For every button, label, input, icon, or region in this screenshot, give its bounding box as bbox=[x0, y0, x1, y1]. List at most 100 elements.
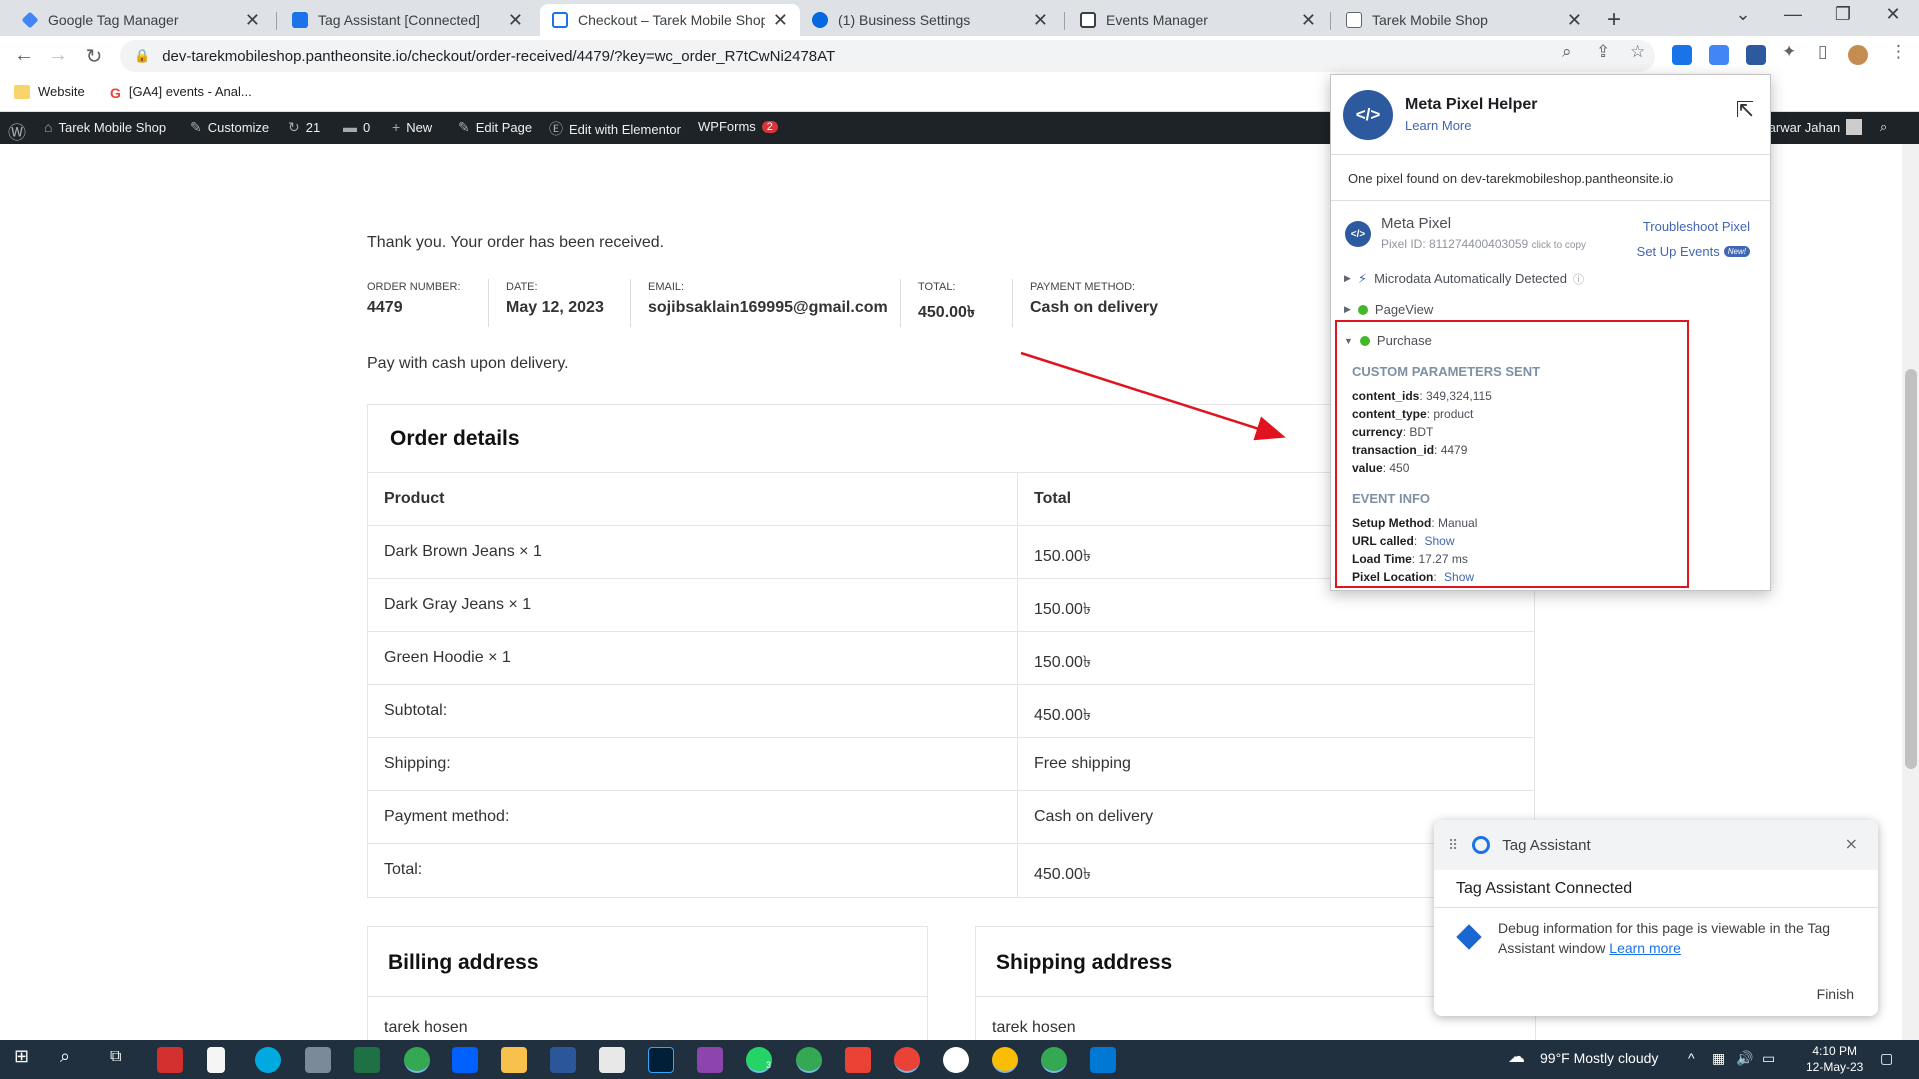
learn-more-link[interactable]: Learn More bbox=[1405, 118, 1538, 133]
notification-icon[interactable]: ▢ bbox=[1880, 1050, 1893, 1067]
file-icon[interactable] bbox=[207, 1047, 225, 1073]
zoom-icon[interactable]: ⌕ bbox=[1562, 42, 1572, 62]
tray-chevron-icon[interactable]: ^ bbox=[1688, 1050, 1695, 1066]
wp-user-account[interactable]: Sarwar Jahan bbox=[1760, 119, 1863, 135]
brush-icon: ✎ bbox=[190, 119, 202, 135]
product-link[interactable]: Dark Brown Jeans × 1 bbox=[368, 526, 1018, 578]
file-explorer-icon[interactable] bbox=[501, 1047, 527, 1073]
close-tab-icon[interactable]: ✕ bbox=[1567, 10, 1582, 31]
expand-triangle-icon: ▶ bbox=[1344, 273, 1351, 283]
finish-button[interactable]: Finish bbox=[1817, 986, 1854, 1002]
capcut-icon[interactable] bbox=[599, 1047, 625, 1073]
share-icon[interactable]: ⇪ bbox=[1596, 42, 1610, 62]
gtm-icon bbox=[21, 11, 39, 29]
dropbox-icon[interactable] bbox=[452, 1047, 478, 1073]
search-icon[interactable]: ⌕ bbox=[60, 1046, 70, 1067]
forward-arrow-icon[interactable]: → bbox=[46, 44, 70, 67]
profile-avatar[interactable] bbox=[1848, 45, 1868, 65]
chrome-icon[interactable] bbox=[992, 1047, 1018, 1073]
tab-events-manager[interactable]: Events Manager ✕ bbox=[1068, 4, 1328, 36]
network-icon[interactable]: ▭ bbox=[1762, 1050, 1775, 1067]
close-tab-icon[interactable]: ✕ bbox=[773, 10, 788, 31]
close-tab-icon[interactable]: ✕ bbox=[245, 10, 260, 31]
reload-icon[interactable]: ↻ bbox=[82, 44, 106, 69]
volume-icon[interactable]: 🔊 bbox=[1736, 1050, 1753, 1067]
wordpress-logo-icon[interactable]: Ⓦ bbox=[8, 119, 32, 145]
tab-tag-assistant[interactable]: Tag Assistant [Connected] ✕ bbox=[280, 4, 535, 36]
extensions-puzzle-icon[interactable]: ✦ bbox=[1782, 42, 1796, 62]
comment-icon: ▬ bbox=[343, 119, 357, 135]
bookmark-website[interactable]: Website bbox=[14, 84, 85, 99]
close-tab-icon[interactable]: ✕ bbox=[508, 10, 523, 31]
drag-handle-icon[interactable]: ⠿ bbox=[1448, 837, 1458, 854]
close-window-icon[interactable]: ✕ bbox=[1870, 4, 1916, 25]
wp-edit-page[interactable]: ✎ Edit Page bbox=[458, 119, 532, 136]
obs-icon[interactable] bbox=[943, 1047, 969, 1073]
tray-icon[interactable]: ▦ bbox=[1712, 1050, 1725, 1067]
bookmark-ga4-events[interactable]: G [GA4] events - Anal... bbox=[110, 84, 252, 101]
wp-wpforms[interactable]: WPForms 2 bbox=[698, 119, 778, 134]
extension-tag-assistant-icon[interactable] bbox=[1709, 45, 1729, 65]
troubleshoot-pixel-link[interactable]: Troubleshoot Pixel bbox=[1643, 219, 1750, 234]
lock-icon: 🔒 bbox=[134, 48, 151, 63]
media-player-icon[interactable] bbox=[1090, 1047, 1116, 1073]
pixel-icon: </> bbox=[1345, 221, 1371, 247]
wp-edit-elementor[interactable]: Ⓔ Edit with Elementor bbox=[549, 119, 681, 139]
word-icon[interactable] bbox=[550, 1047, 576, 1073]
chrome-icon[interactable] bbox=[796, 1047, 822, 1073]
open-external-icon[interactable]: ⇱ bbox=[1736, 97, 1754, 123]
minimize-icon[interactable]: — bbox=[1770, 4, 1816, 25]
task-view-icon[interactable]: ⧉ bbox=[110, 1048, 121, 1066]
close-tab-icon[interactable]: ✕ bbox=[1301, 10, 1316, 31]
meta-pixel-helper-extension-icon[interactable] bbox=[1746, 45, 1766, 65]
scrollbar-thumb[interactable] bbox=[1905, 369, 1917, 769]
anydesk-icon[interactable] bbox=[845, 1047, 871, 1073]
calculator-icon[interactable] bbox=[305, 1047, 331, 1073]
wp-search-icon[interactable]: ⌕ bbox=[1880, 119, 1887, 135]
meta-pixel-helper-popup: </> Meta Pixel Helper Learn More ⇱ One p… bbox=[1330, 74, 1771, 591]
extension-translate-icon[interactable] bbox=[1672, 45, 1692, 65]
tab-search-chevron-icon[interactable]: ⌄ bbox=[1720, 4, 1766, 25]
tag-assistant-learn-more-link[interactable]: Learn more bbox=[1609, 940, 1681, 956]
back-arrow-icon[interactable]: ← bbox=[12, 44, 36, 67]
new-tab-button[interactable]: + bbox=[1600, 6, 1628, 34]
table-row: Shipping: Free shipping bbox=[368, 738, 1534, 791]
chrome-icon[interactable] bbox=[1041, 1047, 1067, 1073]
app-icon[interactable] bbox=[157, 1047, 183, 1073]
tab-separator bbox=[1330, 12, 1331, 30]
wp-updates[interactable]: ↻ 21 bbox=[288, 119, 320, 136]
event-microdata[interactable]: ▶ ⚡ Microdata Automatically Detected ⓘ bbox=[1331, 263, 1770, 294]
app-icon[interactable] bbox=[697, 1047, 723, 1073]
wp-site-name[interactable]: ⌂ Tarek Mobile Shop bbox=[44, 119, 166, 135]
tab-checkout[interactable]: Checkout – Tarek Mobile Shop ✕ bbox=[540, 4, 800, 36]
wp-comments[interactable]: ▬ 0 bbox=[343, 119, 370, 135]
restore-icon[interactable]: ❐ bbox=[1820, 4, 1866, 25]
tab-google-tag-manager[interactable]: Google Tag Manager ✕ bbox=[10, 4, 272, 36]
weather-text[interactable]: 99°F Mostly cloudy bbox=[1540, 1050, 1658, 1066]
product-link[interactable]: Dark Gray Jeans × 1 bbox=[368, 579, 1018, 631]
tag-assistant-status: Tag Assistant Connected bbox=[1434, 870, 1878, 908]
address-bar[interactable]: 🔒 dev-tarekmobileshop.pantheonsite.io/ch… bbox=[120, 40, 1655, 72]
product-link[interactable]: Green Hoodie × 1 bbox=[368, 632, 1018, 684]
browser-tab-strip: Google Tag Manager ✕ Tag Assistant [Conn… bbox=[0, 0, 1919, 36]
tab-tarek-mobile-shop[interactable]: Tarek Mobile Shop ✕ bbox=[1334, 4, 1594, 36]
skype-icon[interactable] bbox=[255, 1047, 281, 1073]
close-tab-icon[interactable]: ✕ bbox=[1033, 10, 1048, 31]
chrome-icon[interactable] bbox=[894, 1047, 920, 1073]
set-up-events-link[interactable]: Set Up Events New! bbox=[1637, 244, 1750, 259]
chrome-menu-icon[interactable]: ⋮ bbox=[1890, 42, 1907, 62]
weather-icon[interactable]: ☁ bbox=[1508, 1047, 1525, 1067]
tab-business-settings[interactable]: (1) Business Settings ✕ bbox=[800, 4, 1060, 36]
side-panel-icon[interactable]: ▯ bbox=[1818, 42, 1827, 62]
collapse-icon[interactable]: ⨯ bbox=[1845, 834, 1858, 854]
excel-icon[interactable] bbox=[354, 1047, 380, 1073]
page-scrollbar[interactable] bbox=[1902, 144, 1919, 1040]
chrome-icon[interactable] bbox=[404, 1047, 430, 1073]
windows-start-icon[interactable]: ⊞ bbox=[14, 1046, 29, 1067]
bookmark-star-icon[interactable]: ☆ bbox=[1630, 42, 1645, 62]
taskbar-clock[interactable]: 4:10 PM 12-May-23 bbox=[1806, 1043, 1863, 1075]
wp-new[interactable]: + New bbox=[392, 119, 432, 135]
photoshop-icon[interactable] bbox=[648, 1047, 674, 1073]
wp-customize[interactable]: ✎ Customize bbox=[190, 119, 269, 136]
google-icon: G bbox=[110, 84, 121, 101]
